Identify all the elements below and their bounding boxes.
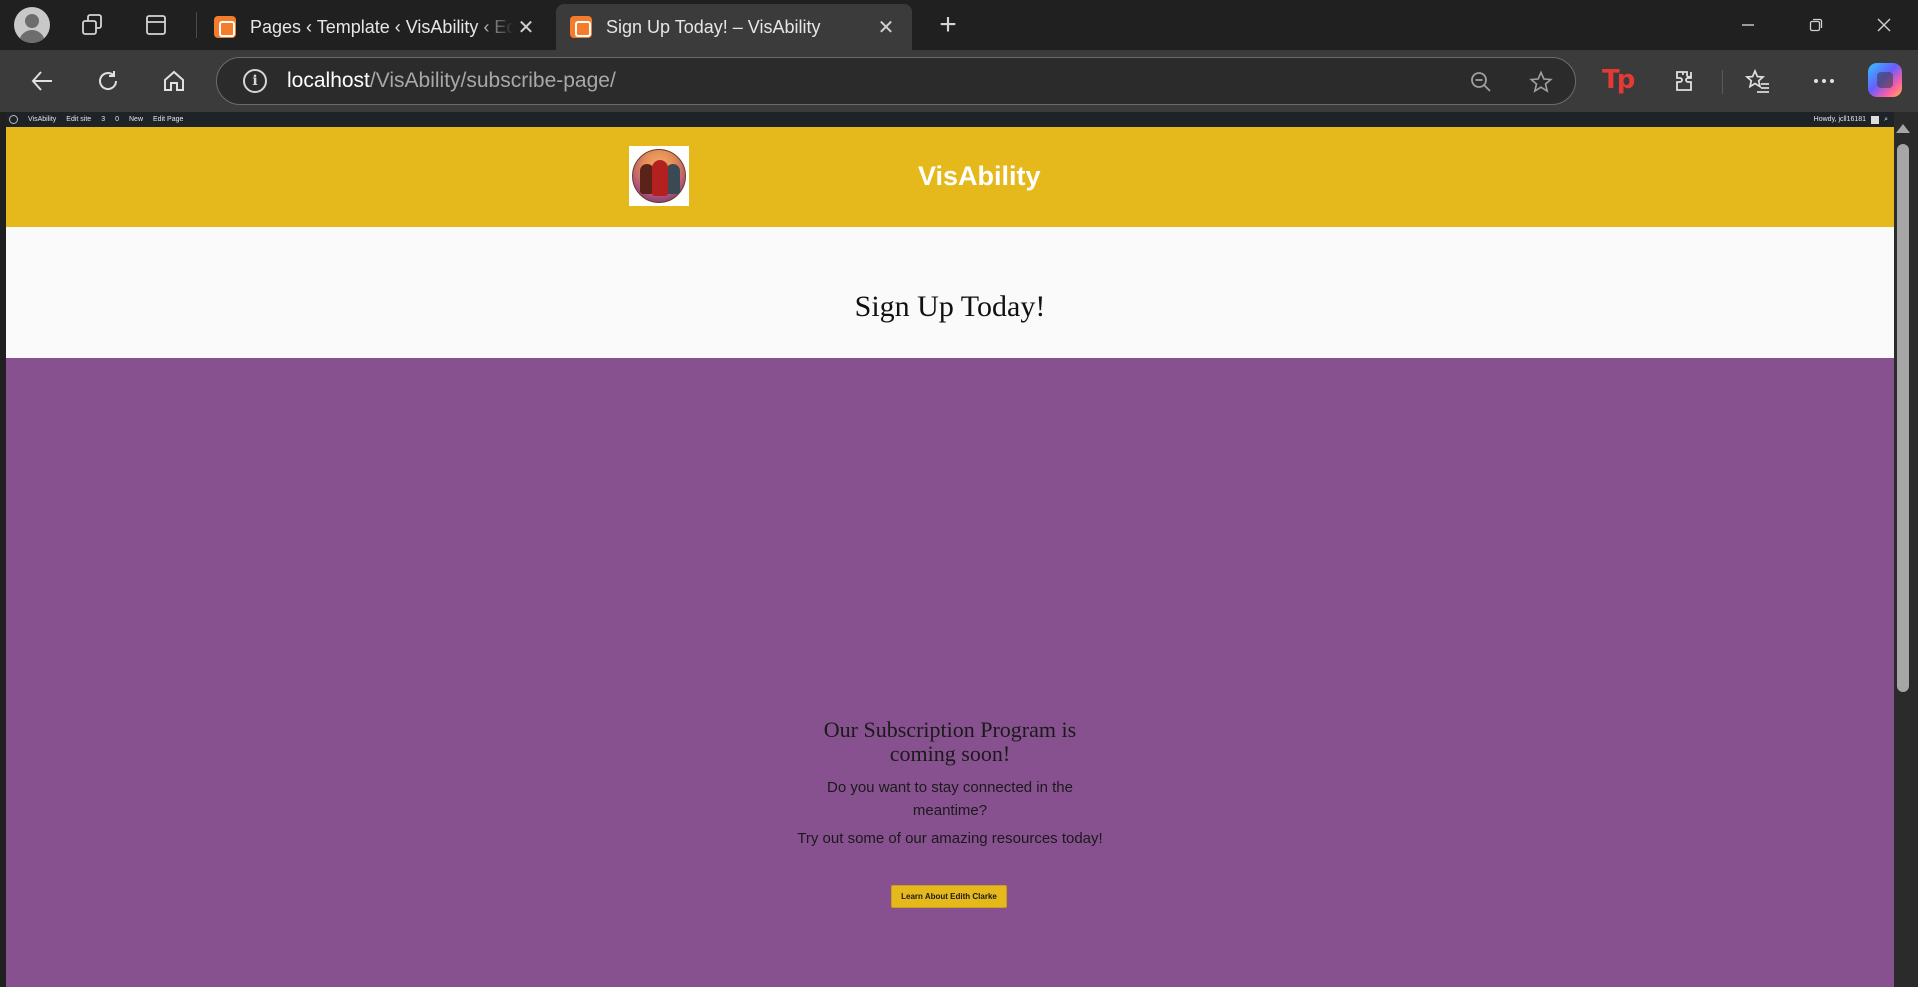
admin-site-link[interactable]: VisAbility (28, 116, 56, 123)
site-info-icon[interactable]: i (243, 69, 267, 93)
url-text[interactable]: localhost/VisAbility/subscribe-page/ (287, 69, 616, 93)
subscription-section: Our Subscription Program is coming soon!… (6, 358, 1894, 987)
more-options-icon[interactable] (1806, 63, 1842, 99)
url-path: /VisAbility/subscribe-page/ (369, 69, 616, 92)
vertical-tabs-icon[interactable] (138, 7, 174, 43)
site-logo[interactable] (629, 146, 689, 206)
favorite-star-icon[interactable] (1527, 68, 1555, 96)
tab-sign-up-today[interactable]: Sign Up Today! – VisAbility ✕ (556, 4, 912, 50)
admin-search-icon[interactable]: ⌕ (1884, 116, 1888, 124)
close-icon[interactable]: ✕ (874, 15, 898, 40)
logo-image (632, 149, 686, 203)
page-viewport: VisAbility Edit site 3 0 New Edit Page H… (6, 112, 1894, 987)
paragraph-text: Do you want to stay connected in the mea… (827, 779, 1073, 819)
admin-updates[interactable]: 3 (101, 116, 105, 123)
back-icon[interactable] (24, 63, 60, 99)
wp-admin-bar: VisAbility Edit site 3 0 New Edit Page H… (6, 112, 1894, 127)
restore-icon[interactable] (1794, 8, 1838, 42)
coming-soon-heading: Our Subscription Program is coming soon! (6, 718, 1894, 766)
new-tab-icon[interactable]: + (930, 7, 966, 43)
scrollbar-thumb[interactable] (1897, 144, 1909, 692)
heading-text: Our Subscription Program is coming soon! (823, 717, 1077, 766)
admin-howdy[interactable]: Howdy, jcll16181 (1814, 116, 1866, 123)
stay-connected-text: Do you want to stay connected in the mea… (6, 776, 1894, 822)
workspaces-icon[interactable] (74, 7, 110, 43)
tab-divider (196, 12, 197, 38)
minimize-icon[interactable] (1726, 8, 1770, 42)
admin-new[interactable]: New (129, 116, 143, 123)
admin-comments[interactable]: 0 (115, 116, 119, 123)
home-icon[interactable] (156, 63, 192, 99)
copilot-icon[interactable] (1868, 63, 1902, 97)
site-title[interactable]: VisAbility (918, 161, 1041, 192)
extensions-icon[interactable] (1668, 63, 1704, 99)
tab-title: Pages ‹ Template ‹ VisAbility ‹ Edit (250, 16, 514, 37)
learn-about-edith-clarke-button[interactable]: Learn About Edith Clarke (891, 885, 1007, 908)
page-title: Sign Up Today! (854, 290, 1046, 323)
favorites-icon[interactable] (1740, 63, 1776, 99)
tab-pages-template[interactable]: Pages ‹ Template ‹ VisAbility ‹ Edit ✕ (200, 4, 552, 50)
close-icon[interactable]: ✕ (514, 15, 538, 40)
tab-strip: Pages ‹ Template ‹ VisAbility ‹ Edit ✕ S… (0, 0, 1918, 50)
profile-icon[interactable] (14, 7, 50, 43)
tab-title: Sign Up Today! – VisAbility (606, 16, 821, 37)
refresh-icon[interactable] (90, 63, 126, 99)
tp-extension-icon[interactable]: Tp (1602, 65, 1635, 95)
zoom-out-icon[interactable] (1467, 68, 1495, 96)
url-host: localhost (287, 69, 370, 92)
admin-edit-page[interactable]: Edit Page (153, 116, 183, 123)
scroll-up-icon[interactable] (1896, 124, 1910, 133)
xampp-favicon-icon (214, 16, 236, 38)
window-close-icon[interactable] (1862, 8, 1906, 42)
avatar[interactable] (1871, 115, 1880, 124)
page-title-band: Sign Up Today! (6, 227, 1894, 358)
wordpress-logo-icon[interactable] (9, 115, 18, 124)
resources-text: Try out some of our amazing resources to… (797, 830, 1103, 847)
xampp-favicon-icon (570, 16, 592, 38)
toolbar-divider (1722, 70, 1723, 94)
address-bar[interactable]: i localhost/VisAbility/subscribe-page/ (216, 57, 1576, 105)
site-header: VisAbility (6, 127, 1894, 227)
admin-edit-site[interactable]: Edit site (66, 116, 91, 123)
